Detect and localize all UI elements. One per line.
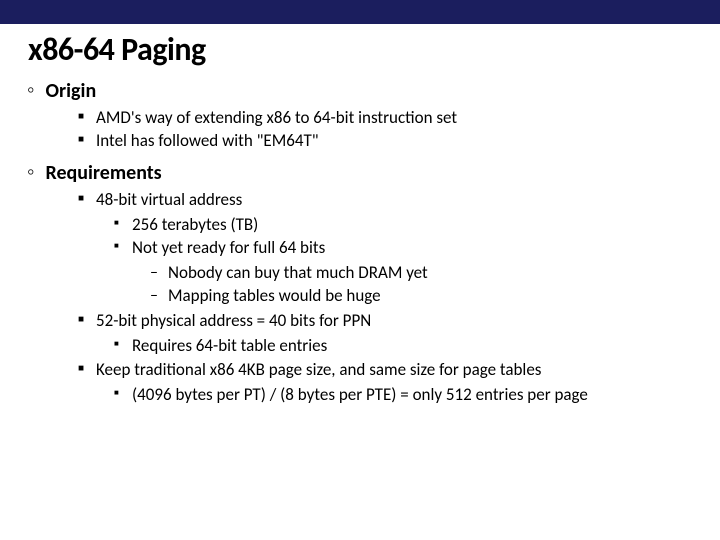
bullet-text: Nobody can buy that much DRAM yet — [168, 262, 428, 283]
section-label: Requirements — [46, 161, 162, 185]
list-item: Mapping tables would be huge — [150, 285, 692, 308]
bullet-text: 52-bit physical address = 40 bits for PP… — [96, 310, 371, 331]
list-item: AMD's way of extending x86 to 64-bit ins… — [78, 107, 692, 130]
list-item: Intel has followed with "EM64T" — [78, 130, 692, 153]
hollow-circle-icon: ○ — [28, 85, 34, 95]
hollow-circle-icon: ○ — [28, 167, 34, 177]
bullet-list: 48-bit virtual address 256 terabytes (TB… — [78, 189, 692, 407]
list-item: Requires 64-bit table entries — [114, 335, 692, 358]
list-item: Keep traditional x86 4KB page size, and … — [78, 359, 692, 407]
list-item: 48-bit virtual address 256 terabytes (TB… — [78, 189, 692, 308]
bullet-text: Intel has followed with "EM64T" — [96, 130, 319, 151]
slide-body: x86-64 Paging ○ Origin AMD's way of exte… — [0, 24, 720, 407]
slide-topbar — [0, 0, 720, 24]
section-label: Origin — [46, 79, 97, 103]
list-item: 256 terabytes (TB) — [114, 214, 692, 237]
bullet-list: AMD's way of extending x86 to 64-bit ins… — [78, 107, 692, 153]
list-item: (4096 bytes per PT) / (8 bytes per PTE) … — [114, 384, 692, 407]
bullet-text: Requires 64-bit table entries — [132, 335, 327, 356]
bullet-text: Keep traditional x86 4KB page size, and … — [96, 359, 541, 380]
list-item: Not yet ready for full 64 bits Nobody ca… — [114, 237, 692, 308]
bullet-text: 48-bit virtual address — [96, 189, 242, 210]
bullet-text: AMD's way of extending x86 to 64-bit ins… — [96, 107, 457, 128]
bullet-text: Mapping tables would be huge — [168, 285, 381, 306]
bullet-text: Not yet ready for full 64 bits — [132, 237, 325, 258]
section-origin: ○ Origin AMD's way of extending x86 to 6… — [28, 79, 692, 153]
bullet-text: (4096 bytes per PT) / (8 bytes per PTE) … — [132, 384, 588, 405]
list-item: 52-bit physical address = 40 bits for PP… — [78, 310, 692, 358]
slide-title: x86-64 Paging — [28, 30, 692, 69]
bullet-text: 256 terabytes (TB) — [132, 214, 258, 235]
list-item: Nobody can buy that much DRAM yet — [150, 262, 692, 285]
section-requirements: ○ Requirements 48-bit virtual address 25… — [28, 161, 692, 407]
